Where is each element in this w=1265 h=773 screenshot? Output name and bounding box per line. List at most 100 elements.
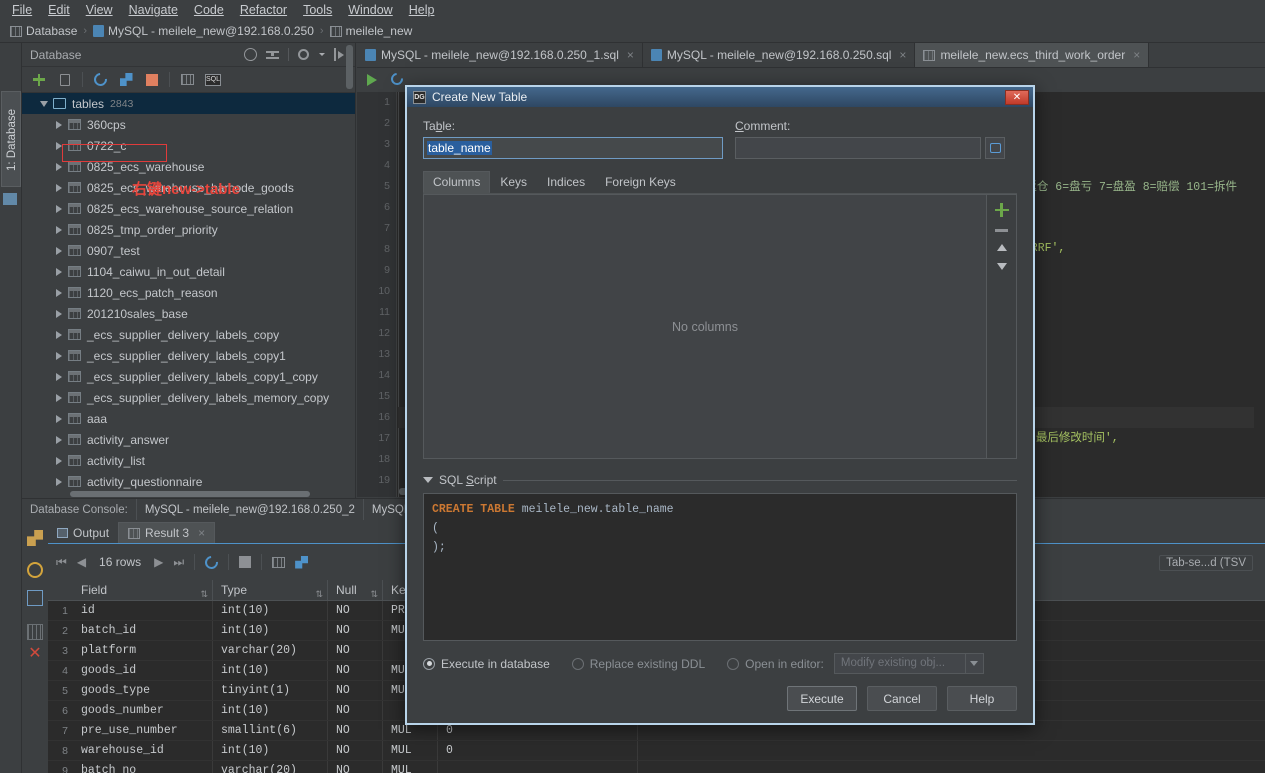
dialog-tab-columns[interactable]: Columns xyxy=(423,171,490,193)
cell-type[interactable]: int(10) xyxy=(213,741,328,760)
menu-help[interactable]: Help xyxy=(401,1,443,19)
grid-column-header-null[interactable]: Null⇅ xyxy=(328,580,383,601)
tree-item-201210sales-base[interactable]: 201210sales_base xyxy=(22,303,355,324)
comment-edit-icon[interactable] xyxy=(985,137,1005,159)
tree-item-360cps[interactable]: 360cps xyxy=(22,114,355,135)
first-page-icon[interactable]: ⏮ xyxy=(56,555,67,570)
jump-to-console-icon[interactable] xyxy=(176,70,198,90)
stop-icon[interactable] xyxy=(141,70,163,90)
chevron-right-icon[interactable] xyxy=(56,163,62,171)
tree-item--ecs-supplier-delivery-labels-copy1-copy[interactable]: _ecs_supplier_delivery_labels_copy1_copy xyxy=(22,366,355,387)
tree-item-activity-list[interactable]: activity_list xyxy=(22,450,355,471)
chevron-right-icon[interactable] xyxy=(56,436,62,444)
cell-type[interactable]: int(10) xyxy=(213,621,328,640)
tree-item-0825-ecs-warehouse-barcode-goods[interactable]: 0825_ecs_warehouse_barcode_goods xyxy=(22,177,355,198)
database-tree[interactable]: tables2843360cps0722_c0825_ecs_warehouse… xyxy=(22,93,355,496)
cell-null[interactable]: NO xyxy=(328,681,383,700)
expand-collapse-icon[interactable] xyxy=(266,48,279,61)
close-icon[interactable]: × xyxy=(1133,48,1140,62)
cell-key[interactable]: MUL xyxy=(383,761,438,773)
cell-field[interactable]: batch_id xyxy=(73,621,213,640)
export-icon[interactable] xyxy=(272,557,285,568)
breadcrumb-item-schema[interactable]: meilele_new xyxy=(326,24,417,38)
option-execute-in-database[interactable]: Execute in database xyxy=(423,657,550,671)
cell-key[interactable]: MUL xyxy=(383,741,438,760)
editor-tab-2[interactable]: meilele_new.ecs_third_work_order× xyxy=(915,43,1149,67)
tree-item-0825-ecs-warehouse-source-relation[interactable]: 0825_ecs_warehouse_source_relation xyxy=(22,198,355,219)
settings-gear-icon[interactable] xyxy=(298,49,309,60)
close-icon[interactable]: × xyxy=(627,48,634,62)
open-in-editor-select[interactable]: Modify existing obj... xyxy=(834,653,984,674)
cell-field[interactable]: goods_id xyxy=(73,661,213,680)
chevron-down-icon[interactable] xyxy=(319,53,325,56)
sort-icon[interactable]: ⇅ xyxy=(200,584,208,605)
chevron-right-icon[interactable] xyxy=(56,226,62,234)
sql-script-preview[interactable]: CREATE TABLE meilele_new.table_name ( ); xyxy=(423,493,1017,641)
tree-item-1104-caiwu-in-out-detail[interactable]: 1104_caiwu_in_out_detail xyxy=(22,261,355,282)
add-icon[interactable] xyxy=(28,70,50,90)
cell-field[interactable]: warehouse_id xyxy=(73,741,213,760)
option-replace-existing-ddl[interactable]: Replace existing DDL xyxy=(572,657,705,671)
menu-refactor[interactable]: Refactor xyxy=(232,1,295,19)
reload-icon[interactable] xyxy=(202,553,220,571)
editor-tab-1[interactable]: MySQL - meilele_new@192.168.0.250.sql× xyxy=(643,43,916,67)
tree-item--ecs-supplier-delivery-labels-copy[interactable]: _ecs_supplier_delivery_labels_copy xyxy=(22,324,355,345)
close-icon[interactable]: × xyxy=(198,526,205,540)
tree-item-0907-test[interactable]: 0907_test xyxy=(22,240,355,261)
layout-icon[interactable] xyxy=(27,590,43,606)
cancel-button[interactable]: Cancel xyxy=(867,686,937,711)
tree-item-0825-ecs-warehouse[interactable]: 0825_ecs_warehouse xyxy=(22,156,355,177)
table-row[interactable]: 9batch_novarchar(20)NOMUL xyxy=(48,761,1265,773)
move-down-icon[interactable] xyxy=(997,263,1007,270)
stop-icon[interactable] xyxy=(239,556,251,568)
help-button[interactable]: Help xyxy=(947,686,1017,711)
execute-button[interactable]: Execute xyxy=(787,686,857,711)
dialog-title-bar[interactable]: DG Create New Table ✕ xyxy=(407,87,1033,107)
chevron-right-icon[interactable] xyxy=(56,205,62,213)
cell-type[interactable]: varchar(20) xyxy=(213,761,328,773)
chevron-right-icon[interactable] xyxy=(56,121,62,129)
chevron-right-icon[interactable] xyxy=(56,289,62,297)
chevron-right-icon[interactable] xyxy=(56,352,62,360)
pin-tab-icon[interactable] xyxy=(295,556,308,569)
cell-field[interactable]: batch_no xyxy=(73,761,213,773)
cell-null[interactable]: NO xyxy=(328,741,383,760)
dialog-tab-keys[interactable]: Keys xyxy=(490,171,537,193)
close-icon[interactable]: ✕ xyxy=(1005,90,1029,105)
last-page-icon[interactable]: ⏭ xyxy=(173,555,184,570)
chevron-right-icon[interactable] xyxy=(56,331,62,339)
tree-item-aaa[interactable]: aaa xyxy=(22,408,355,429)
chevron-right-icon[interactable] xyxy=(56,478,62,486)
sql-script-section-header[interactable]: SQL Script xyxy=(423,473,1017,487)
grid-column-header-type[interactable]: Type⇅ xyxy=(213,580,328,601)
results-tab-result-3[interactable]: Result 3× xyxy=(118,522,215,543)
chevron-right-icon[interactable] xyxy=(56,247,62,255)
chevron-right-icon[interactable] xyxy=(56,457,62,465)
close-icon[interactable]: × xyxy=(899,48,906,62)
cell-field[interactable]: goods_number xyxy=(73,701,213,720)
cell-null[interactable]: NO xyxy=(328,761,383,773)
cell-type[interactable]: varchar(20) xyxy=(213,641,328,660)
prev-page-icon[interactable]: ◀ xyxy=(77,555,86,569)
dialog-tab-indices[interactable]: Indices xyxy=(537,171,595,193)
cell-type[interactable]: int(10) xyxy=(213,601,328,620)
tree-horizontal-scrollbar[interactable] xyxy=(70,491,310,497)
wrench-icon[interactable] xyxy=(27,530,43,546)
sort-icon[interactable]: ⇅ xyxy=(315,584,323,605)
table-row[interactable]: 8warehouse_idint(10)NOMUL0 xyxy=(48,741,1265,761)
cell-field[interactable]: platform xyxy=(73,641,213,660)
chevron-right-icon[interactable] xyxy=(56,373,62,381)
tree-item-0722-c[interactable]: 0722_c xyxy=(22,135,355,156)
chevron-down-icon[interactable] xyxy=(40,101,48,107)
cell-null[interactable]: NO xyxy=(328,641,383,660)
tree-item-activity-questionnaire[interactable]: activity_questionnaire xyxy=(22,471,355,492)
cell-null[interactable]: NO xyxy=(328,621,383,640)
cell-null[interactable]: NO xyxy=(328,701,383,720)
add-column-icon[interactable] xyxy=(995,203,1009,217)
data-source-properties-icon[interactable] xyxy=(115,70,137,90)
menu-window[interactable]: Window xyxy=(340,1,400,19)
menu-navigate[interactable]: Navigate xyxy=(121,1,186,19)
duplicate-icon[interactable] xyxy=(54,70,76,90)
tree-item-0825-tmp-order-priority[interactable]: 0825_tmp_order_priority xyxy=(22,219,355,240)
editor-vertical-scrollbar[interactable] xyxy=(1254,92,1265,497)
